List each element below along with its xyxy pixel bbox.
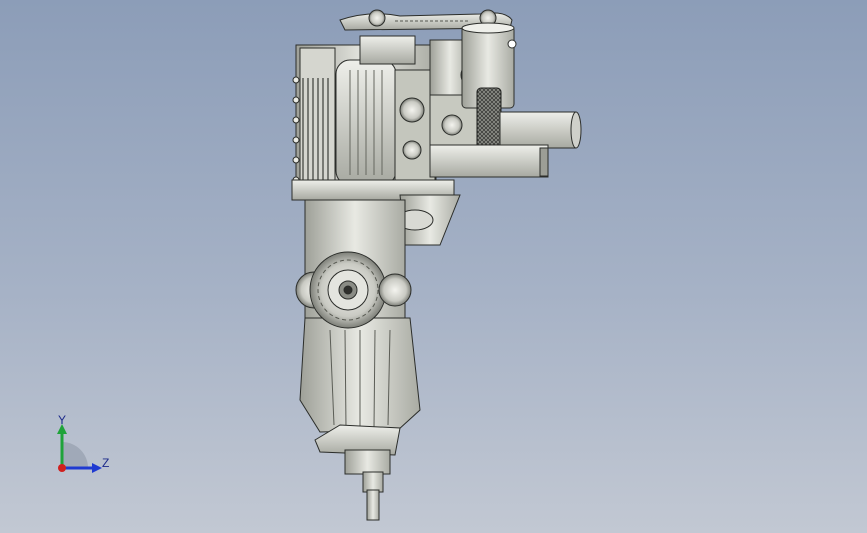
triad-shading: [62, 442, 88, 468]
y-axis-label: Y: [58, 413, 67, 427]
cad-assembly-model[interactable]: [0, 0, 867, 533]
output-shaft: [314, 424, 401, 521]
z-axis-label: Z: [102, 456, 110, 470]
x-axis-dot: [58, 464, 66, 472]
knurled-knob: [476, 87, 502, 153]
graphics-viewport[interactable]: Y Z: [0, 0, 867, 533]
engine-block: [292, 35, 437, 196]
